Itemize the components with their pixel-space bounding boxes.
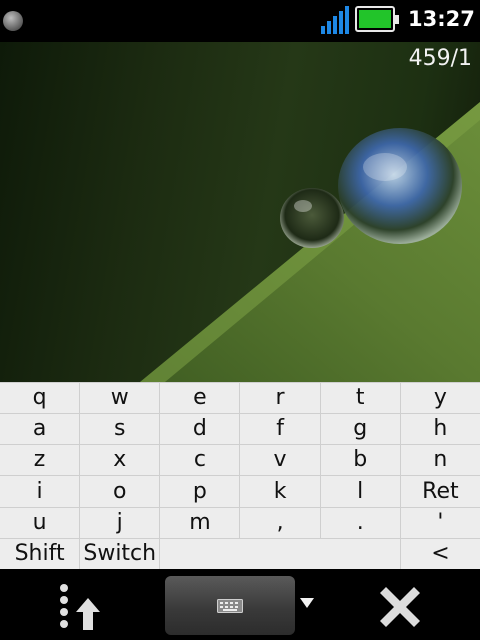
key-q[interactable]: q <box>0 383 80 414</box>
key-r[interactable]: r <box>240 383 320 414</box>
virtual-keyboard: q w e r t y a s d f g h z x c v b n i o … <box>0 382 480 569</box>
space-key[interactable] <box>160 538 400 569</box>
key-z[interactable]: z <box>0 445 80 476</box>
key-k[interactable]: k <box>240 476 320 507</box>
key-u[interactable]: u <box>0 507 80 538</box>
options-menu-icon[interactable] <box>56 582 104 632</box>
key-p[interactable]: p <box>160 476 240 507</box>
battery-icon <box>355 6 399 32</box>
key-s[interactable]: s <box>80 414 160 445</box>
image-counter: 459/1 <box>408 46 472 71</box>
status-dot-icon <box>3 11 23 31</box>
key-t[interactable]: t <box>320 383 400 414</box>
key-j[interactable]: j <box>80 507 160 538</box>
clock: 13:27 <box>408 7 475 31</box>
key-o[interactable]: o <box>80 476 160 507</box>
photo-image <box>140 102 480 382</box>
key-d[interactable]: d <box>160 414 240 445</box>
key-f[interactable]: f <box>240 414 320 445</box>
key-i[interactable]: i <box>0 476 80 507</box>
backspace-key[interactable]: < <box>400 538 480 569</box>
key-g[interactable]: g <box>320 414 400 445</box>
keyboard-icon <box>217 598 243 613</box>
photo-viewer[interactable]: 459/1 <box>0 42 480 382</box>
return-key[interactable]: Ret <box>400 476 480 507</box>
key-m[interactable]: m <box>160 507 240 538</box>
key-e[interactable]: e <box>160 383 240 414</box>
key-c[interactable]: c <box>160 445 240 476</box>
status-bar: 13:27 <box>0 0 480 42</box>
dropdown-arrow-icon[interactable] <box>300 598 314 608</box>
key-b[interactable]: b <box>320 445 400 476</box>
close-icon[interactable] <box>378 585 422 629</box>
key-apostrophe[interactable]: ' <box>400 507 480 538</box>
switch-key[interactable]: Switch <box>80 538 160 569</box>
key-v[interactable]: v <box>240 445 320 476</box>
signal-strength-icon <box>321 6 349 34</box>
key-comma[interactable]: , <box>240 507 320 538</box>
key-period[interactable]: . <box>320 507 400 538</box>
shift-key[interactable]: Shift <box>0 538 80 569</box>
key-h[interactable]: h <box>400 414 480 445</box>
key-x[interactable]: x <box>80 445 160 476</box>
key-y[interactable]: y <box>400 383 480 414</box>
key-a[interactable]: a <box>0 414 80 445</box>
keyboard-toggle-button[interactable] <box>165 576 295 635</box>
key-l[interactable]: l <box>320 476 400 507</box>
key-n[interactable]: n <box>400 445 480 476</box>
key-w[interactable]: w <box>80 383 160 414</box>
